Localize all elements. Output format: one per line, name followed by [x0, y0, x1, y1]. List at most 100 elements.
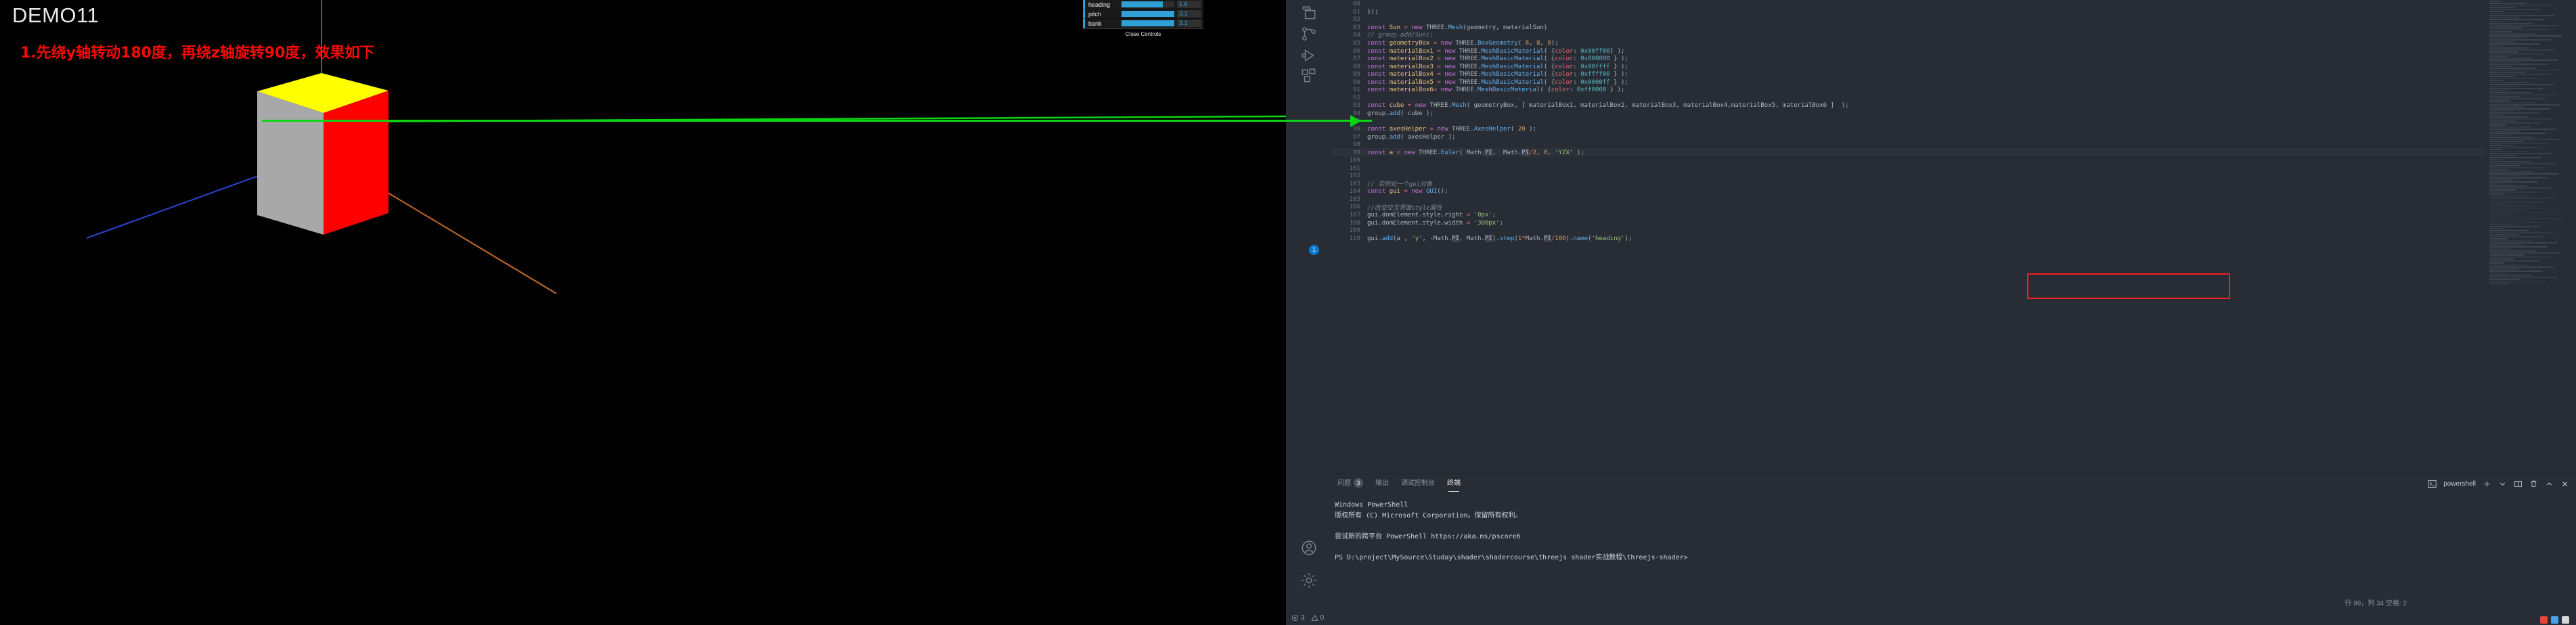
code-line[interactable]: 81});	[1332, 8, 2485, 16]
gui-row-bank[interactable]: bank 3.1	[1083, 19, 1203, 28]
lil-gui-panel[interactable]: heading 1.6 pitch 3.1 bank 3.1 Close Con…	[1083, 0, 1203, 39]
code-line[interactable]: 83 const Sun = new THREE.Mesh(geometry, m…	[1332, 24, 2485, 32]
maximize-panel-chevron-up-icon[interactable]	[2545, 480, 2554, 488]
tab-terminal[interactable]: 终端	[1447, 474, 1461, 493]
gui-value-heading[interactable]: 1.6	[1177, 1, 1201, 8]
code-line[interactable]: 93 const cube = new THREE.Mesh( geometryB…	[1332, 101, 2485, 110]
accounts-icon[interactable]	[1295, 534, 1323, 561]
tray-icon-1[interactable]	[2540, 616, 2548, 624]
code-text: const Sun = new THREE.Mesh(geometry, mat…	[1367, 23, 1548, 31]
minimap-line	[2489, 139, 2560, 140]
gui-slider-bank[interactable]	[1122, 20, 1174, 26]
code-line[interactable]: 110 gui.add(a , 'y', -Math.PI, Math.PI).s…	[1332, 234, 2485, 242]
code-line[interactable]: 107 gui.domElement.style.right = '0px';	[1332, 211, 2485, 219]
code-text: gui.add(a , 'y', -Math.PI, Math.PI).step…	[1367, 234, 1633, 242]
code-line[interactable]: 100	[1332, 156, 2485, 164]
code-line[interactable]: 89 const materialBox4 = new THREE.MeshBas…	[1332, 70, 2485, 78]
minimap-line	[2489, 25, 2558, 26]
minimap-line	[2489, 84, 2554, 85]
terminal-toolbar: powershell	[2428, 474, 2569, 493]
minimap-line	[2489, 143, 2549, 144]
gui-slider-heading[interactable]	[1122, 1, 1174, 7]
minimap-line	[2489, 41, 2515, 43]
minimap-line	[2489, 173, 2559, 175]
code-line[interactable]: 80	[1332, 0, 2485, 8]
app-root: DEMO11 1.先绕y轴转动180度，再绕z轴旋转90度，效果如下 headi…	[0, 0, 2576, 625]
line-number: 101	[1349, 164, 1360, 172]
tray-icon-2[interactable]	[2551, 616, 2558, 624]
settings-gear-icon[interactable]	[1295, 567, 1323, 594]
terminal-shell-name: powershell	[2443, 480, 2476, 488]
warning-triangle-icon	[1310, 614, 1318, 621]
minimap-line	[2489, 250, 2536, 252]
line-number: 97	[1352, 133, 1360, 141]
tray-icon-3[interactable]	[2562, 616, 2569, 624]
code-line[interactable]: 90 const materialBox5 = new THREE.MeshBas…	[1332, 78, 2485, 86]
minimap-line	[2489, 230, 2529, 231]
extensions-icon[interactable]	[1295, 62, 1323, 89]
code-line[interactable]: 84 // group.add(Sun);	[1332, 31, 2485, 39]
tab-problems[interactable]: 问题 3	[1337, 474, 1363, 493]
status-warnings-count: 0	[1320, 614, 1325, 622]
code-line[interactable]: 108 gui.domElement.style.width = '300px';	[1332, 218, 2485, 227]
kill-terminal-trash-icon[interactable]	[2529, 480, 2538, 488]
gui-value-bank[interactable]: 3.1	[1177, 20, 1201, 27]
tab-problems-label: 问题	[1337, 480, 1351, 487]
code-line[interactable]: 91 const materialBox6= new THREE.MeshBasi…	[1332, 86, 2485, 94]
gui-close-controls-button[interactable]: Close Controls	[1083, 28, 1203, 39]
gui-row-pitch[interactable]: pitch 3.1	[1083, 9, 1203, 19]
minimap-line	[2489, 254, 2525, 256]
code-line[interactable]: 97 group.add( axesHelper );	[1332, 133, 2485, 141]
terminal-line: 尝试新的跨平台 PowerShell https://aka.ms/pscore…	[1335, 532, 1521, 540]
terminal-output[interactable]: Windows PowerShell 版权所有 (C) Microsoft Cor…	[1332, 493, 2576, 563]
line-number: 104	[1349, 187, 1360, 195]
gui-value-pitch[interactable]: 3.1	[1177, 10, 1201, 18]
code-editor[interactable]: 80 81}); 82 83 const Sun = new THREE.Mesh(…	[1332, 0, 2485, 473]
minimap-line	[2489, 122, 2542, 124]
minimap-line	[2489, 137, 2535, 138]
minimap-line	[2489, 11, 2505, 12]
close-panel-icon[interactable]	[2560, 480, 2569, 488]
code-line[interactable]: 88 const materialBox3 = new THREE.MeshBas…	[1332, 62, 2485, 70]
code-line[interactable]: 101	[1332, 164, 2485, 172]
code-line[interactable]: 102	[1332, 172, 2485, 180]
minimap-line	[2489, 72, 2525, 73]
split-terminal-icon[interactable]	[2514, 480, 2523, 488]
status-errors[interactable]: 3	[1291, 614, 1305, 622]
code-line[interactable]: 103 // 实例化一个gui对象	[1332, 180, 2485, 189]
minimap-line	[2489, 15, 2555, 16]
editor-minimap[interactable]	[2487, 0, 2568, 473]
gui-label-heading: heading	[1088, 1, 1111, 8]
minimap-line	[2489, 19, 2544, 20]
code-text: const materialBox4 = new THREE.MeshBasic…	[1367, 70, 1628, 78]
new-terminal-plus-icon[interactable]	[2483, 480, 2491, 488]
code-line[interactable]: 99 const a = new THREE.Euler( Math.PI, Ma…	[1332, 148, 2485, 156]
threejs-viewport[interactable]: DEMO11 1.先绕y轴转动180度，再绕z轴旋转90度，效果如下 headi…	[0, 0, 1286, 625]
code-line[interactable]: 92	[1332, 94, 2485, 102]
code-line[interactable]: 105	[1332, 195, 2485, 204]
line-number: 92	[1352, 93, 1360, 101]
vscode-window: 1 80 81}); 82 83 const Sun = new THREE.Mes…	[1286, 0, 2576, 625]
code-line[interactable]: 98	[1332, 141, 2485, 149]
minimap-line	[2489, 149, 2502, 150]
gui-row-heading[interactable]: heading 1.6	[1083, 0, 1203, 9]
code-line[interactable]: 94 group.add( cube );	[1332, 110, 2485, 118]
code-line[interactable]: 96 const axesHelper = new THREE.AxesHelpe…	[1332, 125, 2485, 133]
status-warnings[interactable]: 0	[1310, 614, 1325, 622]
code-line[interactable]: 86 const materialBox1 = new THREE.MeshBas…	[1332, 47, 2485, 55]
code-line[interactable]: 85 const geometryBox = new THREE.BoxGeome…	[1332, 39, 2485, 47]
code-line[interactable]: 109	[1332, 227, 2485, 235]
code-line[interactable]: 106 //改变交互界面style属性	[1332, 203, 2485, 212]
minimap-line	[2489, 210, 2523, 211]
code-line[interactable]: 87 const materialBox2 = new THREE.MeshBas…	[1332, 55, 2485, 63]
tab-debug-console[interactable]: 调试控制台	[1401, 474, 1435, 493]
gui-slider-pitch[interactable]	[1122, 11, 1174, 17]
code-line[interactable]: 95	[1332, 117, 2485, 125]
code-line[interactable]: 82	[1332, 16, 2485, 24]
code-line[interactable]: 104 const gui = new GUI();	[1332, 187, 2485, 195]
chevron-down-icon[interactable]	[2498, 480, 2507, 488]
tab-output[interactable]: 输出	[1375, 474, 1389, 493]
minimap-line	[2489, 62, 2522, 63]
